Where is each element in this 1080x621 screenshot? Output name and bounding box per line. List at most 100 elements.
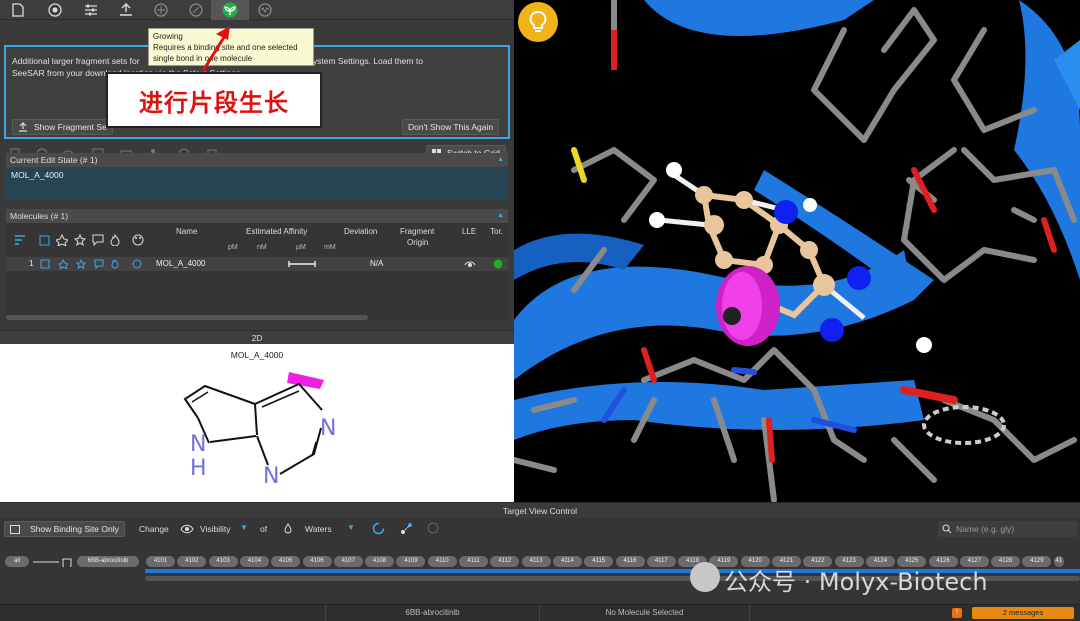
col-name[interactable]: Name (176, 227, 197, 237)
color-palette-icon[interactable] (132, 234, 144, 246)
collapse-icon[interactable]: ▲ (497, 153, 504, 167)
chain-label-pill[interactable]: 6BB-abrocitinib (77, 556, 139, 567)
residue-strip: all 6BB-abrocitinib 4101 4102 4103 4104 4105… (0, 540, 1080, 604)
status-bar: 6BB-abrocitinib No Molecule Selected ! 2… (0, 604, 1080, 621)
visibility-dropdown-icon[interactable]: ▼ (240, 523, 248, 532)
messages-button[interactable]: 2 messages (972, 607, 1074, 619)
residue-pill[interactable]: 4117 (646, 556, 676, 567)
waters-select[interactable]: Waters (305, 524, 332, 534)
status-target: 6BB-abrocitinib (325, 605, 540, 621)
3d-viewer[interactable] (514, 0, 1080, 502)
show-binding-site-only-toggle[interactable]: Show Binding Site Only (4, 521, 125, 537)
atom-n-upper: N (320, 416, 337, 441)
molecule-structure-drawing (183, 372, 324, 475)
warning-icon[interactable]: ! (952, 608, 962, 618)
of-label: of (260, 524, 268, 534)
residue-pill[interactable]: 4111 (459, 556, 488, 567)
molecules-table: Name Estimated Affinity pM nM µM mM Devi… (6, 223, 508, 321)
torsion-status-icon (493, 259, 503, 269)
residue-pill[interactable]: 4128 (991, 556, 1021, 567)
sort-icon[interactable] (14, 235, 26, 245)
water-drop-icon (284, 523, 292, 534)
wave-icon[interactable] (257, 2, 273, 18)
flame-icon[interactable] (110, 234, 120, 246)
col-estimated-affinity[interactable]: Estimated Affinity (246, 227, 307, 237)
residue-pill[interactable]: 4105 (271, 556, 301, 567)
wechat-logo-icon (690, 562, 720, 592)
edit-state-header: Current Edit State (# 1) ▲ (6, 153, 508, 167)
lle-icon (464, 261, 476, 267)
residue-search-input[interactable]: Name (e.g. gly) (938, 521, 1078, 537)
residue-pill[interactable]: 4113 (521, 556, 551, 567)
row-pin-icon[interactable] (58, 259, 68, 269)
pin-icon[interactable] (56, 234, 68, 246)
show-fragment-sets-button[interactable]: Show Fragment Se (12, 119, 113, 135)
col-tor[interactable]: Tor. (490, 227, 503, 237)
residue-pill[interactable]: 4107 (333, 556, 363, 567)
row-palette-icon[interactable] (132, 259, 142, 269)
growing-icon[interactable] (222, 2, 238, 18)
residue-pill[interactable]: 4109 (396, 556, 426, 567)
app-window: ? Additional larger fragment sets forr l… (0, 0, 1080, 621)
group-icon[interactable] (426, 522, 441, 535)
molecules-header: Molecules (# 1) ▲ (6, 209, 508, 223)
affinity-range-bar (288, 261, 316, 267)
table-scrollbar[interactable] (6, 315, 368, 320)
residue-pill[interactable]: 4115 (584, 556, 614, 567)
refresh-icon[interactable] (372, 522, 385, 535)
watermark: 公众号 · Molyx-Biotech (724, 568, 988, 596)
row-comment-icon[interactable] (94, 259, 104, 269)
row-flame-icon[interactable] (111, 259, 119, 269)
edit-state-value[interactable]: MOL_A_4000 (6, 167, 508, 199)
residue-pill[interactable]: 4104 (239, 556, 269, 567)
info-line1a: Additional larger fragment sets for (12, 56, 140, 66)
lightbulb-icon[interactable] (518, 2, 558, 42)
upload-small-icon (19, 122, 27, 132)
search-icon (942, 524, 952, 534)
col-origin[interactable]: Origin (407, 238, 428, 248)
star-icon[interactable] (74, 234, 86, 246)
row-star-icon[interactable] (76, 259, 86, 269)
col-fragment[interactable]: Fragment (400, 227, 434, 237)
residue-pill[interactable]: 4129 (1022, 556, 1052, 567)
select-all-checkbox-icon[interactable] (39, 235, 50, 246)
residue-pill[interactable]: 4101 (146, 556, 175, 567)
unit-nm: nM (257, 244, 267, 251)
residue-pill[interactable]: 4106 (302, 556, 332, 567)
residue-pill[interactable]: 4108 (365, 556, 395, 567)
residue-pill[interactable]: 4102 (177, 556, 207, 567)
table-row[interactable]: 1 MOL_A_4000 N/A (6, 257, 508, 271)
visibility-select[interactable]: Visibility (200, 524, 231, 534)
chain-line-icon (33, 558, 72, 567)
atom-n-lower: N (263, 464, 280, 489)
link-icon[interactable] (188, 2, 204, 18)
dont-show-again-button[interactable]: Don't Show This Again (402, 119, 500, 135)
binding-site-icon[interactable] (47, 2, 63, 18)
connect-icon[interactable] (400, 522, 413, 535)
residue-pill[interactable]: 4110 (427, 556, 457, 567)
collapse-icon[interactable]: ▲ (497, 209, 504, 223)
upload-icon[interactable] (118, 2, 134, 18)
row-deviation: N/A (370, 259, 384, 268)
col-lle[interactable]: LLE (462, 227, 476, 237)
chain-all-pill[interactable]: all (5, 556, 29, 567)
residue-pill[interactable]: 4103 (208, 556, 238, 567)
twod-viewer[interactable]: MOL_A_4000 N N N H (0, 344, 514, 502)
residue-pill[interactable]: 4116 (615, 556, 645, 567)
status-molecule: No Molecule Selected (540, 605, 750, 621)
settings-sliders-icon[interactable] (83, 2, 99, 18)
unit-pm: pM (228, 244, 238, 251)
waters-dropdown-icon[interactable]: ▼ (347, 523, 355, 532)
col-deviation[interactable]: Deviation (344, 227, 377, 237)
change-label: Change (139, 524, 169, 534)
inspector-icon[interactable] (153, 2, 169, 18)
comment-icon[interactable] (92, 234, 104, 246)
residue-pill[interactable]: 4114 (552, 556, 582, 567)
residue-pill[interactable]: 41 (1053, 556, 1064, 567)
file-icon[interactable] (10, 2, 26, 18)
residue-pill[interactable]: 4112 (490, 556, 520, 567)
row-name: MOL_A_4000 (156, 259, 206, 268)
left-panel: Additional larger fragment sets for r lat… (0, 20, 514, 502)
row-checkbox-icon[interactable] (40, 259, 50, 269)
unit-mm: mM (324, 244, 336, 251)
